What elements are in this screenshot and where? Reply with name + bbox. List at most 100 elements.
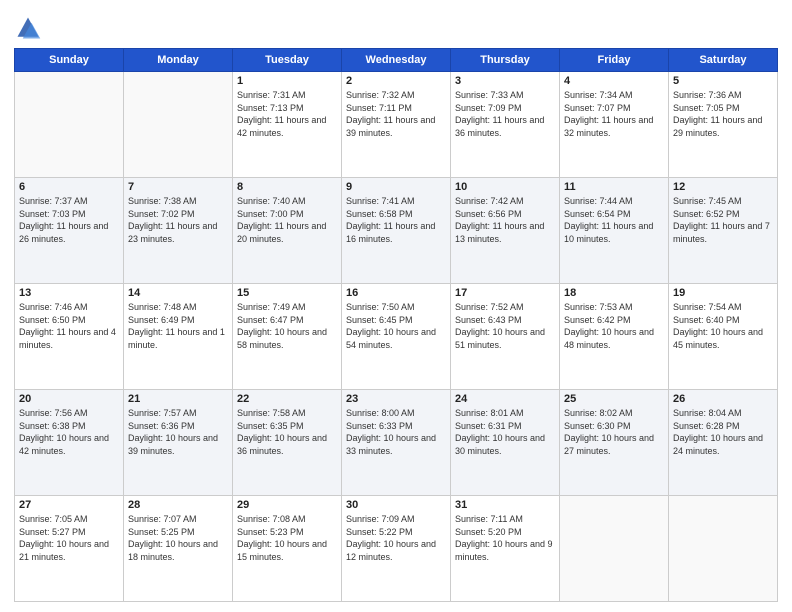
- day-number: 30: [346, 499, 446, 511]
- day-number: 8: [237, 181, 337, 193]
- calendar-cell: 6Sunrise: 7:37 AM Sunset: 7:03 PM Daylig…: [15, 178, 124, 284]
- header-day: Friday: [560, 49, 669, 72]
- day-number: 17: [455, 287, 555, 299]
- calendar-cell: 12 Sunrise: 7:45 AM Sunset: 6:52 PM Dayli…: [669, 178, 778, 284]
- day-info: Sunrise: 7:50 AM Sunset: 6:45 PM Dayligh…: [346, 301, 446, 351]
- calendar-cell: 10 Sunrise: 7:42 AM Sunset: 6:56 PM Dayli…: [451, 178, 560, 284]
- day-info: Sunrise: 7:34 AM Sunset: 7:07 PM Dayligh…: [564, 89, 664, 139]
- calendar-cell: 2 Sunrise: 7:32 AM Sunset: 7:11 PM Daylig…: [342, 72, 451, 178]
- calendar-cell: 22 Sunrise: 7:58 AM Sunset: 6:35 PM Dayli…: [233, 390, 342, 496]
- day-info: Sunrise: 7:09 AM Sunset: 5:22 PM Dayligh…: [346, 513, 446, 563]
- calendar-week: 27 Sunrise: 7:05 AM Sunset: 5:27 PM Dayli…: [15, 496, 778, 602]
- calendar-cell: 20 Sunrise: 7:56 AM Sunset: 6:38 PM Dayli…: [15, 390, 124, 496]
- day-number: 15: [237, 287, 337, 299]
- day-info: Sunrise: 7:11 AM Sunset: 5:20 PM Dayligh…: [455, 513, 555, 563]
- day-number: 7: [128, 181, 228, 193]
- day-number: 22: [237, 393, 337, 405]
- calendar-cell: [15, 72, 124, 178]
- calendar-cell: 29 Sunrise: 7:08 AM Sunset: 5:23 PM Dayli…: [233, 496, 342, 602]
- day-info: Sunrise: 7:57 AM Sunset: 6:36 PM Dayligh…: [128, 407, 228, 457]
- calendar-cell: [560, 496, 669, 602]
- logo-icon: [14, 14, 42, 42]
- calendar-cell: 19 Sunrise: 7:54 AM Sunset: 6:40 PM Dayli…: [669, 284, 778, 390]
- calendar-cell: 28 Sunrise: 7:07 AM Sunset: 5:25 PM Dayli…: [124, 496, 233, 602]
- calendar-cell: 26 Sunrise: 8:04 AM Sunset: 6:28 PM Dayli…: [669, 390, 778, 496]
- calendar-cell: 4 Sunrise: 7:34 AM Sunset: 7:07 PM Daylig…: [560, 72, 669, 178]
- calendar-cell: 11Sunrise: 7:44 AM Sunset: 6:54 PM Dayli…: [560, 178, 669, 284]
- calendar-week: 6Sunrise: 7:37 AM Sunset: 7:03 PM Daylig…: [15, 178, 778, 284]
- calendar-cell: 23Sunrise: 8:00 AM Sunset: 6:33 PM Dayli…: [342, 390, 451, 496]
- day-number: 26: [673, 393, 773, 405]
- day-number: 4: [564, 75, 664, 87]
- day-number: 14: [128, 287, 228, 299]
- day-number: 9: [346, 181, 446, 193]
- logo: [14, 14, 44, 42]
- calendar-cell: 18Sunrise: 7:53 AM Sunset: 6:42 PM Dayli…: [560, 284, 669, 390]
- day-info: Sunrise: 8:01 AM Sunset: 6:31 PM Dayligh…: [455, 407, 555, 457]
- calendar-cell: 9 Sunrise: 7:41 AM Sunset: 6:58 PM Daylig…: [342, 178, 451, 284]
- calendar-cell: 16 Sunrise: 7:50 AM Sunset: 6:45 PM Dayli…: [342, 284, 451, 390]
- header-row: SundayMondayTuesdayWednesdayThursdayFrid…: [15, 49, 778, 72]
- day-number: 5: [673, 75, 773, 87]
- calendar-cell: 27 Sunrise: 7:05 AM Sunset: 5:27 PM Dayli…: [15, 496, 124, 602]
- page: SundayMondayTuesdayWednesdayThursdayFrid…: [0, 0, 792, 612]
- header-day: Saturday: [669, 49, 778, 72]
- calendar-cell: 14Sunrise: 7:48 AM Sunset: 6:49 PM Dayli…: [124, 284, 233, 390]
- day-number: 25: [564, 393, 664, 405]
- day-number: 19: [673, 287, 773, 299]
- day-number: 23: [346, 393, 446, 405]
- day-number: 29: [237, 499, 337, 511]
- day-number: 27: [19, 499, 119, 511]
- header-day: Tuesday: [233, 49, 342, 72]
- day-number: 24: [455, 393, 555, 405]
- header-day: Sunday: [15, 49, 124, 72]
- header-day: Wednesday: [342, 49, 451, 72]
- day-info: Sunrise: 7:52 AM Sunset: 6:43 PM Dayligh…: [455, 301, 555, 351]
- calendar-cell: [669, 496, 778, 602]
- day-number: 28: [128, 499, 228, 511]
- day-info: Sunrise: 7:45 AM Sunset: 6:52 PM Dayligh…: [673, 195, 773, 245]
- day-info: Sunrise: 7:49 AM Sunset: 6:47 PM Dayligh…: [237, 301, 337, 351]
- calendar-cell: 17 Sunrise: 7:52 AM Sunset: 6:43 PM Dayli…: [451, 284, 560, 390]
- day-info: Sunrise: 8:04 AM Sunset: 6:28 PM Dayligh…: [673, 407, 773, 457]
- day-number: 6: [19, 181, 119, 193]
- calendar-cell: 21 Sunrise: 7:57 AM Sunset: 6:36 PM Dayli…: [124, 390, 233, 496]
- day-info: Sunrise: 7:38 AM Sunset: 7:02 PM Dayligh…: [128, 195, 228, 245]
- day-info: Sunrise: 7:33 AM Sunset: 7:09 PM Dayligh…: [455, 89, 555, 139]
- calendar-cell: 7 Sunrise: 7:38 AM Sunset: 7:02 PM Daylig…: [124, 178, 233, 284]
- calendar-cell: 13Sunrise: 7:46 AM Sunset: 6:50 PM Dayli…: [15, 284, 124, 390]
- calendar-week: 1 Sunrise: 7:31 AM Sunset: 7:13 PM Daylig…: [15, 72, 778, 178]
- day-info: Sunrise: 7:56 AM Sunset: 6:38 PM Dayligh…: [19, 407, 119, 457]
- day-info: Sunrise: 7:42 AM Sunset: 6:56 PM Dayligh…: [455, 195, 555, 245]
- day-number: 31: [455, 499, 555, 511]
- calendar-header: SundayMondayTuesdayWednesdayThursdayFrid…: [15, 49, 778, 72]
- calendar-cell: 8 Sunrise: 7:40 AM Sunset: 7:00 PM Daylig…: [233, 178, 342, 284]
- day-info: Sunrise: 7:07 AM Sunset: 5:25 PM Dayligh…: [128, 513, 228, 563]
- day-info: Sunrise: 7:58 AM Sunset: 6:35 PM Dayligh…: [237, 407, 337, 457]
- day-number: 12: [673, 181, 773, 193]
- day-info: Sunrise: 7:41 AM Sunset: 6:58 PM Dayligh…: [346, 195, 446, 245]
- calendar-cell: 31 Sunrise: 7:11 AM Sunset: 5:20 PM Dayli…: [451, 496, 560, 602]
- day-number: 20: [19, 393, 119, 405]
- calendar-week: 13Sunrise: 7:46 AM Sunset: 6:50 PM Dayli…: [15, 284, 778, 390]
- day-number: 2: [346, 75, 446, 87]
- day-info: Sunrise: 7:36 AM Sunset: 7:05 PM Dayligh…: [673, 89, 773, 139]
- day-info: Sunrise: 7:05 AM Sunset: 5:27 PM Dayligh…: [19, 513, 119, 563]
- day-info: Sunrise: 7:46 AM Sunset: 6:50 PM Dayligh…: [19, 301, 119, 351]
- day-info: Sunrise: 7:54 AM Sunset: 6:40 PM Dayligh…: [673, 301, 773, 351]
- day-number: 1: [237, 75, 337, 87]
- day-info: Sunrise: 7:44 AM Sunset: 6:54 PM Dayligh…: [564, 195, 664, 245]
- day-info: Sunrise: 7:40 AM Sunset: 7:00 PM Dayligh…: [237, 195, 337, 245]
- calendar-cell: 1 Sunrise: 7:31 AM Sunset: 7:13 PM Daylig…: [233, 72, 342, 178]
- calendar-body: 1 Sunrise: 7:31 AM Sunset: 7:13 PM Daylig…: [15, 72, 778, 602]
- day-number: 21: [128, 393, 228, 405]
- day-info: Sunrise: 7:31 AM Sunset: 7:13 PM Dayligh…: [237, 89, 337, 139]
- day-info: Sunrise: 7:08 AM Sunset: 5:23 PM Dayligh…: [237, 513, 337, 563]
- day-number: 16: [346, 287, 446, 299]
- header: [14, 10, 778, 42]
- calendar-cell: 15 Sunrise: 7:49 AM Sunset: 6:47 PM Dayli…: [233, 284, 342, 390]
- day-number: 10: [455, 181, 555, 193]
- day-info: Sunrise: 7:32 AM Sunset: 7:11 PM Dayligh…: [346, 89, 446, 139]
- calendar-cell: 5 Sunrise: 7:36 AM Sunset: 7:05 PM Daylig…: [669, 72, 778, 178]
- header-day: Monday: [124, 49, 233, 72]
